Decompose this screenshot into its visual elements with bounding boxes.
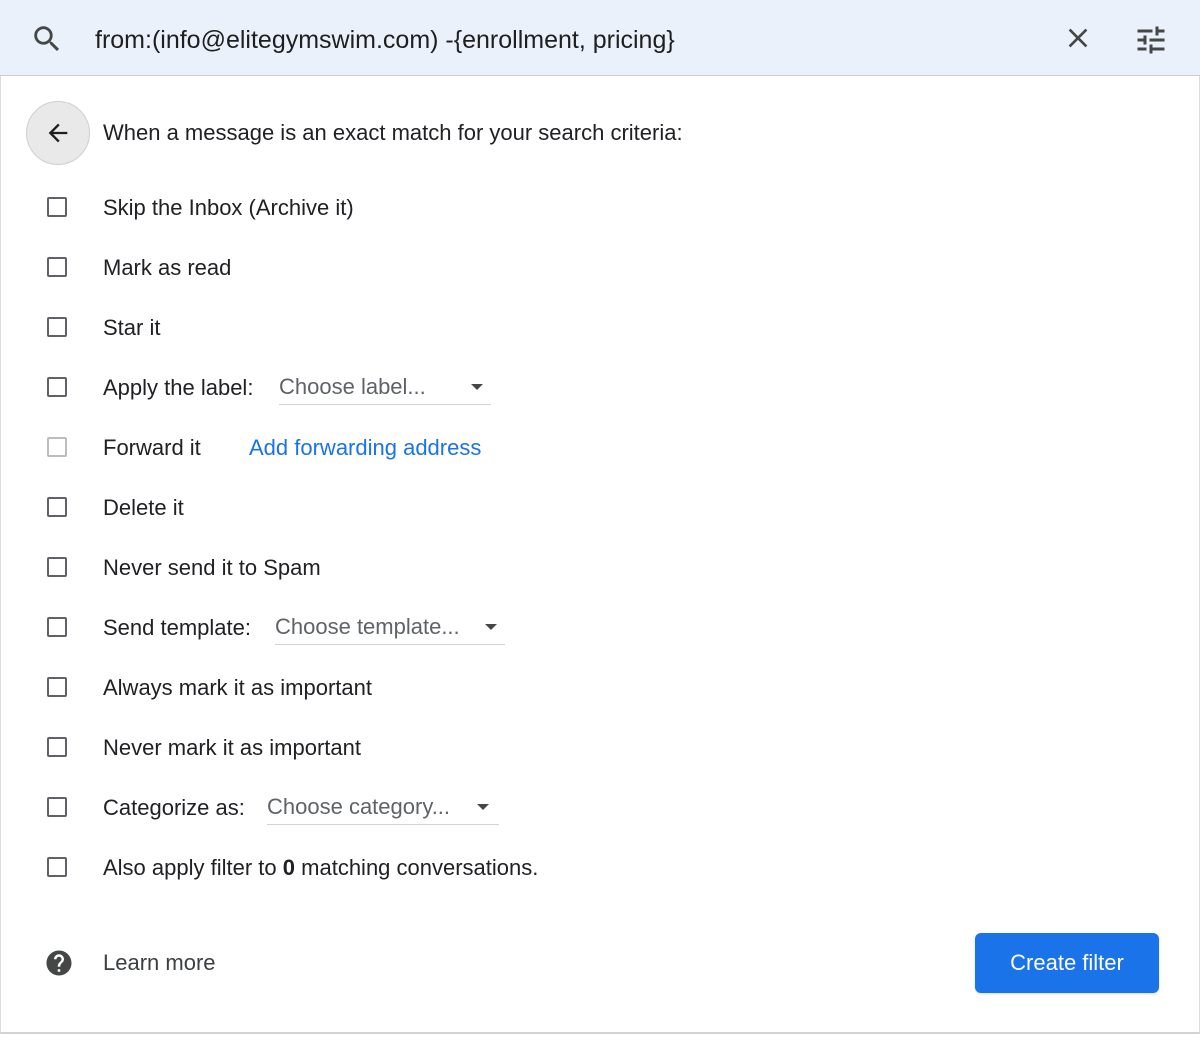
close-icon[interactable] xyxy=(1062,22,1094,54)
apply-existing-prefix: Also apply filter to xyxy=(103,855,277,880)
arrow-back-icon xyxy=(48,123,68,143)
option-always-important: Always mark it as important xyxy=(1,670,1151,710)
option-label: Send template: xyxy=(103,615,251,640)
option-send-template: Send template: Choose template... xyxy=(1,610,1151,650)
mark-read-checkbox[interactable] xyxy=(47,257,67,277)
option-label: Skip the Inbox (Archive it) xyxy=(103,195,354,220)
criteria-header: When a message is an exact match for you… xyxy=(103,120,683,145)
option-label: Categorize as: xyxy=(103,795,245,820)
dropdown-value: Choose category... xyxy=(267,794,451,819)
option-apply-existing: Also apply filter to 0 matching conversa… xyxy=(1,850,1151,890)
apply-existing-suffix: matching conversations. xyxy=(301,855,539,880)
dropdown-arrow-icon xyxy=(477,804,489,810)
forward-checkbox[interactable] xyxy=(47,437,67,457)
search-bar[interactable]: from:(info@elitegymswim.com) -{enrollmen… xyxy=(0,0,1200,76)
option-apply-label: Apply the label: Choose label... xyxy=(1,370,1151,410)
send-template-checkbox[interactable] xyxy=(47,617,67,637)
apply-existing-checkbox[interactable] xyxy=(47,857,67,877)
filter-options-panel: When a message is an exact match for you… xyxy=(0,76,1200,1034)
option-never-spam: Never send it to Spam xyxy=(1,550,1151,590)
option-delete: Delete it xyxy=(1,490,1151,530)
create-filter-button[interactable]: Create filter xyxy=(975,933,1159,993)
tune-icon[interactable] xyxy=(1133,22,1169,58)
add-forwarding-address-link[interactable]: Add forwarding address xyxy=(249,433,481,463)
back-button[interactable] xyxy=(26,101,90,165)
option-forward: Forward it Add forwarding address xyxy=(1,430,1151,470)
template-dropdown[interactable]: Choose template... xyxy=(275,612,505,645)
learn-more-link[interactable]: Learn more xyxy=(103,948,216,978)
search-input[interactable]: from:(info@elitegymswim.com) -{enrollmen… xyxy=(95,20,675,60)
apply-label-checkbox[interactable] xyxy=(47,377,67,397)
option-label: Also apply filter to 0 matching conversa… xyxy=(103,853,538,883)
dropdown-value: Choose label... xyxy=(279,374,426,399)
option-categorize: Categorize as: Choose category... xyxy=(1,790,1151,830)
never-spam-checkbox[interactable] xyxy=(47,557,67,577)
option-label: Star it xyxy=(103,315,161,340)
dropdown-arrow-icon xyxy=(485,624,497,630)
matching-count: 0 xyxy=(282,855,296,880)
option-mark-read: Mark as read xyxy=(1,250,1151,290)
option-label: Never send it to Spam xyxy=(103,555,321,580)
always-important-checkbox[interactable] xyxy=(47,677,67,697)
skip-inbox-checkbox[interactable] xyxy=(47,197,67,217)
option-label: Never mark it as important xyxy=(103,735,361,760)
dropdown-arrow-icon xyxy=(471,384,483,390)
option-label: Apply the label: xyxy=(103,375,254,400)
option-label: Always mark it as important xyxy=(103,675,372,700)
dropdown-value: Choose template... xyxy=(275,614,460,639)
option-label: Mark as read xyxy=(103,255,232,280)
star-checkbox[interactable] xyxy=(47,317,67,337)
help-icon[interactable] xyxy=(44,948,74,978)
never-important-checkbox[interactable] xyxy=(47,737,67,757)
option-star: Star it xyxy=(1,310,1151,350)
categorize-checkbox[interactable] xyxy=(47,797,67,817)
delete-checkbox[interactable] xyxy=(47,497,67,517)
option-never-important: Never mark it as important xyxy=(1,730,1151,770)
option-skip-inbox: Skip the Inbox (Archive it) xyxy=(1,190,1151,230)
category-dropdown[interactable]: Choose category... xyxy=(267,792,499,825)
search-icon[interactable] xyxy=(30,22,64,56)
label-dropdown[interactable]: Choose label... xyxy=(279,372,491,405)
option-label: Forward it xyxy=(103,435,201,460)
option-label: Delete it xyxy=(103,495,184,520)
